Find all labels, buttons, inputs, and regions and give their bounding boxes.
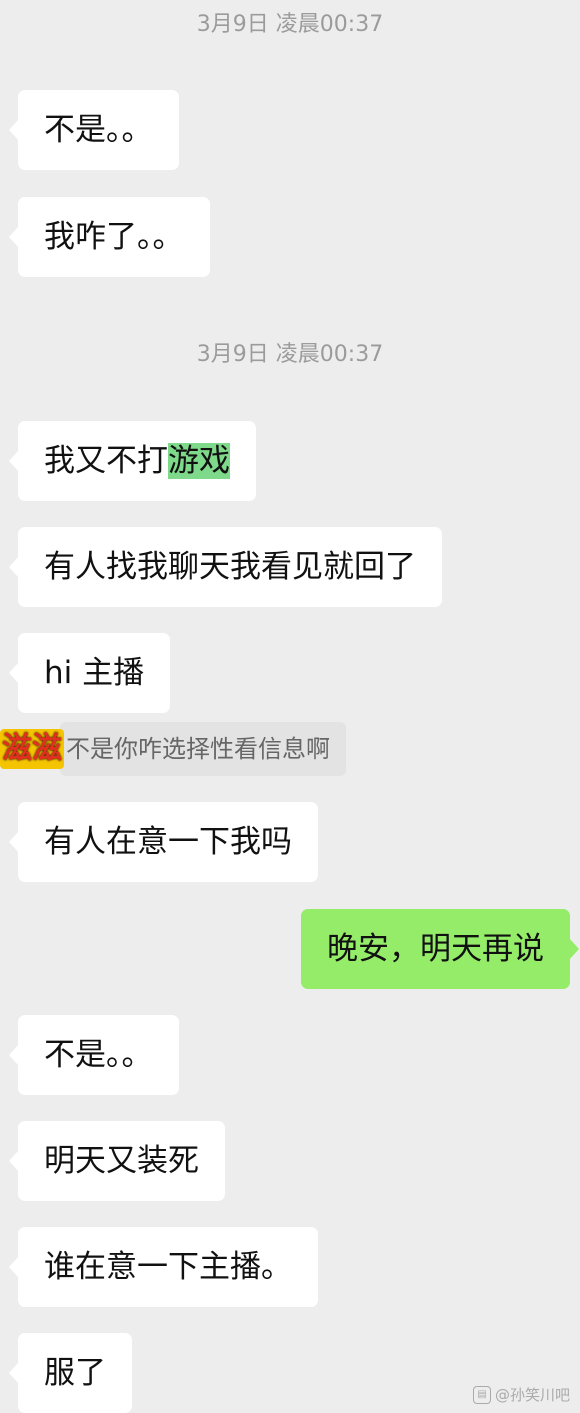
message-text: 有人在意一下我吗 xyxy=(44,824,292,860)
message-text: 有人找我聊天我看见就回了 xyxy=(44,549,416,585)
message-text: 我咋了。。 xyxy=(44,219,184,255)
message-bubble[interactable]: 服了 xyxy=(9,1333,132,1413)
message-bubble[interactable]: 谁在意一下主播。 xyxy=(9,1227,318,1307)
danmaku-logo: 滋滋 xyxy=(0,729,64,769)
message-text: 晚安，明天再说 xyxy=(327,931,544,967)
message-bubble[interactable]: 不是。。 xyxy=(9,90,179,170)
chat-icon: ▤ xyxy=(472,1385,491,1404)
message-bubble[interactable]: 不是。。 xyxy=(9,1015,179,1095)
message-bubble[interactable]: 我又不打游戏 xyxy=(9,421,256,501)
danmaku-overlay: 滋滋 不是你咋选择性看信息啊 xyxy=(0,722,346,776)
message-text: 我又不打 xyxy=(44,443,168,479)
message-text: 明天又装死 xyxy=(44,1143,199,1179)
timestamp: 3月9日 凌晨00:37 xyxy=(196,12,384,37)
message-bubble-sent[interactable]: 晚安，明天再说 xyxy=(301,909,579,989)
watermark-text: @孙笑川吧 xyxy=(494,1386,570,1404)
message-text: 不是。。 xyxy=(44,112,153,148)
message-bubble[interactable]: 有人找我聊天我看见就回了 xyxy=(9,527,442,607)
message-text: 不是。。 xyxy=(44,1037,153,1073)
highlighted-text: 游戏 xyxy=(168,443,230,479)
timestamp: 3月9日 凌晨00:37 xyxy=(196,342,384,367)
message-text: 服了 xyxy=(44,1355,106,1391)
danmaku-text: 不是你咋选择性看信息啊 xyxy=(60,722,346,776)
message-text: hi 主播 xyxy=(44,655,145,691)
message-bubble[interactable]: 我咋了。。 xyxy=(9,197,210,277)
message-bubble[interactable]: hi 主播 xyxy=(8,633,171,713)
message-bubble[interactable]: 明天又装死 xyxy=(9,1121,225,1201)
message-bubble[interactable]: 有人在意一下我吗 xyxy=(9,802,318,882)
message-text: 谁在意一下主播。 xyxy=(44,1249,292,1285)
watermark: ▤ @孙笑川吧 xyxy=(472,1384,570,1405)
